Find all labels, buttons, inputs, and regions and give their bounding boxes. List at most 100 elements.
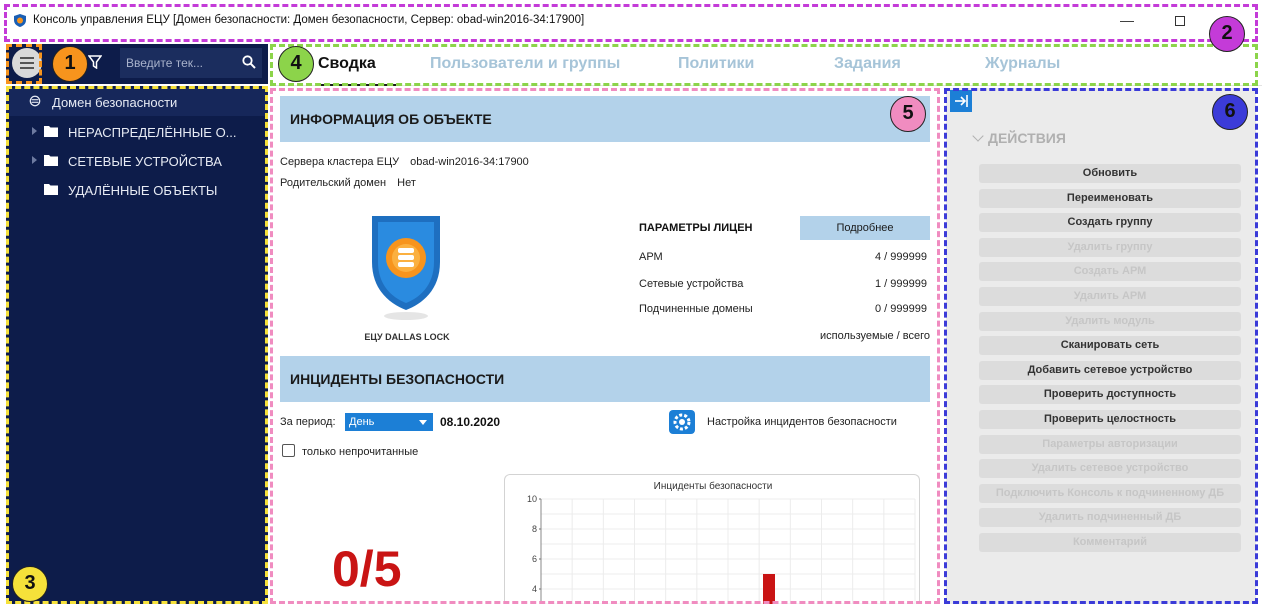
tree-item-label: УДАЛЁННЫЕ ОБЪЕКТЫ — [68, 183, 218, 198]
chart-y-tick-label: 10 — [527, 494, 537, 504]
incidents-title: ИНЦИДЕНТЫ БЕЗОПАСНОСТИ — [290, 371, 505, 387]
license-label: Сетевые устройства — [639, 278, 744, 290]
action-button[interactable]: Обновить — [979, 164, 1241, 183]
cluster-label: Сервера кластера ЕЦУ — [280, 156, 400, 168]
tree-item-deleted-objects[interactable]: УДАЛЁННЫЕ ОБЪЕКТЫ — [6, 176, 268, 204]
license-title: ПАРАМЕТРЫ ЛИЦЕН — [639, 222, 753, 234]
chart-title: Инциденты безопасности — [654, 480, 773, 492]
filter-icon[interactable] — [88, 55, 102, 69]
chart-y-tick-label: 4 — [532, 584, 537, 594]
unread-only-label: только непрочитанные — [302, 446, 419, 458]
license-legend: используемые / всего — [819, 330, 930, 342]
action-button[interactable]: Подключить Консоль к подчиненному ДБ — [979, 483, 1241, 503]
arrow-right-icon — [955, 95, 968, 107]
search-icon[interactable] — [242, 55, 256, 69]
hamburger-icon — [20, 57, 34, 59]
expand-arrow-icon[interactable] — [32, 156, 37, 164]
parent-domain-row: Родительский домен Нет — [280, 177, 416, 189]
callout-badge-6: 6 — [1212, 94, 1248, 130]
tab-summary[interactable]: Сводка — [318, 55, 376, 73]
action-button[interactable]: Создать группу — [979, 213, 1241, 233]
callout-badge-1: 1 — [52, 46, 88, 82]
actions-header: ДЕЙСТВИЯ — [988, 130, 1066, 146]
menu-button[interactable] — [12, 48, 42, 78]
callout-badge-3: 3 — [12, 566, 48, 602]
tab-logs[interactable]: Журналы — [985, 55, 1060, 73]
tab-tasks[interactable]: Задания — [834, 55, 901, 73]
chevron-down-icon[interactable] — [972, 130, 984, 142]
minimize-button[interactable]: — — [1117, 10, 1137, 30]
period-label: За период: — [280, 416, 336, 428]
actions-panel: ДЕЙСТВИЯ Обновить Переименовать Создать гр… — [946, 88, 1256, 604]
action-button[interactable]: Удалить сетевое устройство — [979, 459, 1241, 479]
incidents-header: ИНЦИДЕНТЫ БЕЗОПАСНОСТИ — [280, 356, 930, 402]
object-info-title: ИНФОРМАЦИЯ ОБ ОБЪЕКТЕ — [290, 111, 492, 127]
cluster-value: obad-win2016-34:17900 — [410, 156, 529, 168]
folder-icon — [44, 184, 58, 195]
app-window: Консоль управления ЕЦУ [Домен безопаснос… — [0, 0, 1262, 604]
expand-arrow-icon[interactable] — [32, 127, 37, 135]
tree-item-label: СЕТЕВЫЕ УСТРОЙСТВА — [68, 154, 222, 169]
action-button[interactable]: Удалить модуль — [979, 311, 1241, 331]
action-button[interactable]: Создать АРМ — [979, 262, 1241, 282]
license-row-network-devices: Сетевые устройства 1 / 999999 — [639, 278, 929, 294]
license-value: 1 / 999999 — [875, 278, 927, 290]
parent-domain-value: Нет — [397, 177, 416, 189]
chart-y-tick-label: 6 — [532, 554, 537, 564]
tab-bar: Сводка Пользователи и группы Политики За… — [270, 44, 1262, 86]
search-input[interactable] — [126, 55, 236, 71]
tab-policies[interactable]: Политики — [678, 55, 754, 73]
dallas-lock-logo — [372, 216, 440, 320]
folder-icon — [44, 126, 58, 137]
tab-users-groups[interactable]: Пользователи и группы — [430, 55, 620, 73]
domain-tree: Домен безопасности НЕРАСПРЕДЕЛЁННЫЕ О...… — [6, 86, 268, 604]
license-details-button[interactable]: Подробнее — [800, 216, 930, 240]
summary-panel: ИНФОРМАЦИЯ ОБ ОБЪЕКТЕ Сервера кластера Е… — [272, 88, 940, 604]
tree-item-domain[interactable]: Домен безопасности — [6, 88, 268, 116]
action-button[interactable]: Переименовать — [979, 188, 1241, 208]
action-button[interactable]: Комментарий — [979, 533, 1241, 552]
active-tab-indicator — [316, 84, 396, 86]
action-button[interactable]: Добавить сетевое устройство — [979, 360, 1241, 380]
period-value: День — [349, 416, 375, 428]
callout-badge-4: 4 — [278, 46, 314, 82]
tree-item-network-devices[interactable]: СЕТЕВЫЕ УСТРОЙСТВА — [6, 147, 268, 175]
collapse-panel-button[interactable] — [950, 90, 972, 112]
cluster-row: Сервера кластера ЕЦУ obad-win2016-34:179… — [280, 156, 529, 168]
incident-settings-button[interactable] — [669, 410, 695, 434]
incidents-chart-svg: Инциденты безопасности 4 6 8 10 — [527, 480, 916, 604]
incident-counter: 0/5 — [332, 541, 402, 597]
maximize-button[interactable] — [1175, 16, 1185, 26]
chart-bar — [763, 574, 775, 604]
license-value: 0 / 999999 — [875, 303, 927, 315]
chart-y-tick-label: 8 — [532, 524, 537, 534]
unread-only-checkbox[interactable] — [282, 444, 295, 457]
callout-badge-2: 2 — [1209, 16, 1245, 52]
search-box — [120, 48, 262, 78]
object-info-header: ИНФОРМАЦИЯ ОБ ОБЪЕКТЕ — [280, 96, 930, 142]
period-select[interactable]: День — [345, 413, 433, 431]
parent-domain-label: Родительский домен — [280, 177, 387, 189]
window-title: Консоль управления ЕЦУ [Домен безопаснос… — [33, 14, 585, 26]
action-button[interactable]: Параметры авторизации — [979, 434, 1241, 454]
action-button[interactable]: Проверить целостность — [979, 410, 1241, 429]
action-button[interactable]: Проверить доступность — [979, 385, 1241, 405]
license-row-arm: АРМ 4 / 999999 — [639, 251, 929, 267]
incidents-chart: Инциденты безопасности 4 6 8 10 — [504, 474, 920, 604]
chevron-down-icon — [419, 420, 427, 425]
incident-settings-label: Настройка инцидентов безопасности — [707, 416, 897, 428]
sidebar-toolbar — [6, 44, 268, 84]
title-bar: Консоль управления ЕЦУ [Домен безопаснос… — [0, 0, 1262, 42]
action-button[interactable]: Удалить АРМ — [979, 287, 1241, 306]
logo-caption: ЕЦУ DALLAS LOCK — [364, 332, 450, 342]
action-button[interactable]: Сканировать сеть — [979, 336, 1241, 356]
license-label: Подчиненные домены — [639, 303, 753, 315]
tree-item-label: Домен безопасности — [52, 95, 178, 110]
action-button[interactable]: Удалить подчиненный ДБ — [979, 508, 1241, 528]
gear-icon — [673, 413, 691, 431]
domain-icon — [29, 95, 41, 107]
folder-icon — [44, 155, 58, 166]
tree-item-unassigned[interactable]: НЕРАСПРЕДЕЛЁННЫЕ О... — [6, 118, 268, 146]
action-button[interactable]: Удалить группу — [979, 237, 1241, 257]
license-row-sub-domains: Подчиненные домены 0 / 999999 — [639, 303, 929, 319]
